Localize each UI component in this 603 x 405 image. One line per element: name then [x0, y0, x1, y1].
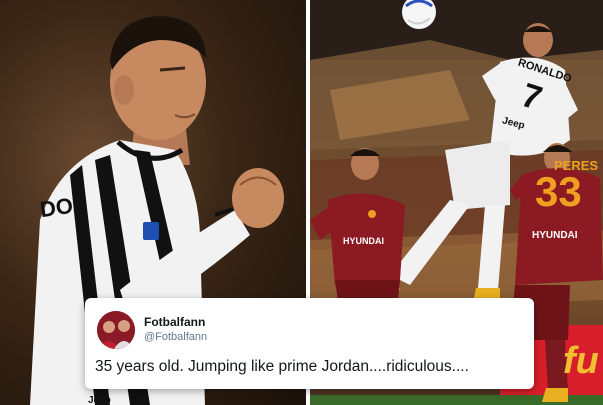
defender-number: 33: [535, 168, 582, 215]
tweet-handle[interactable]: @Fotbalfann: [144, 331, 207, 343]
tweet-text: 35 years old. Jumping like prime Jordan.…: [95, 358, 469, 375]
advertising-board-text: fu: [563, 340, 599, 382]
tweet-card[interactable]: Fotbalfann @Fotbalfann 35 years old. Jum…: [85, 298, 534, 389]
defender-sponsor: HYUNDAI: [532, 230, 578, 241]
left-kit-sponsor: Jeep: [88, 395, 111, 405]
avatar[interactable]: [97, 311, 135, 349]
left-jersey-text: DO: [38, 192, 75, 223]
avatar-image: [97, 311, 135, 349]
midfielder-sponsor: HYUNDAI: [343, 236, 385, 246]
tweet-display-name[interactable]: Fotbalfann: [144, 315, 205, 329]
